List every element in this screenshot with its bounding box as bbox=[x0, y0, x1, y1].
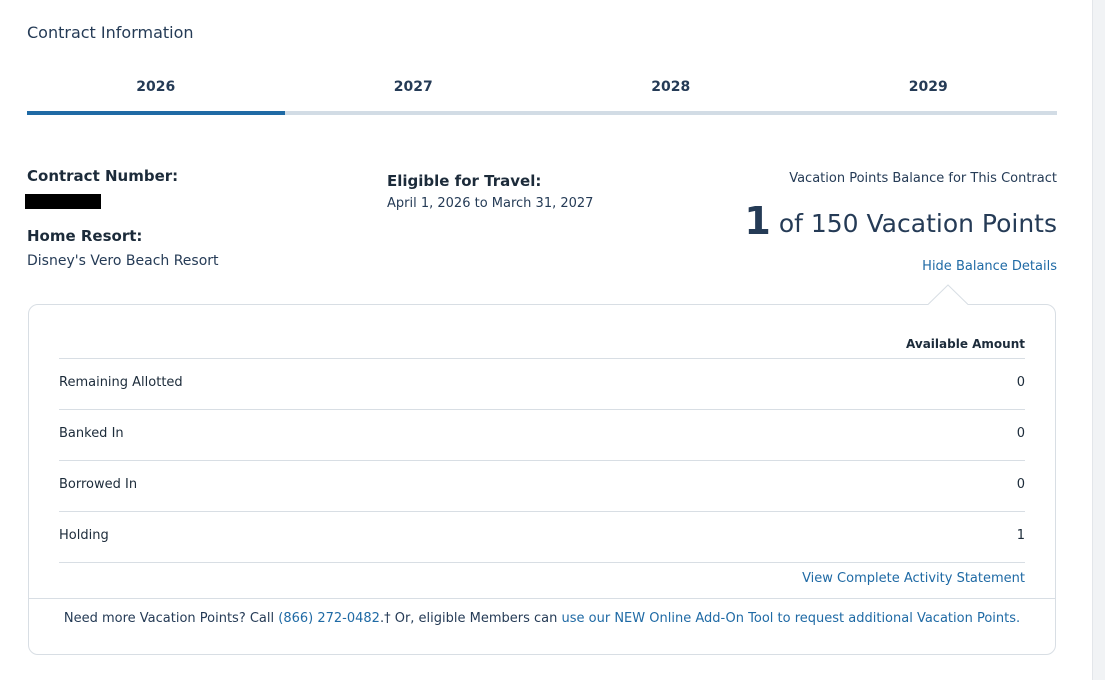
tab-label: 2029 bbox=[908, 79, 948, 95]
tab-2026[interactable]: 2026 bbox=[27, 74, 285, 115]
table-row: Banked In 0 bbox=[59, 409, 1025, 460]
hide-balance-details-link[interactable]: Hide Balance Details bbox=[922, 259, 1057, 274]
home-resort-label: Home Resort: bbox=[27, 227, 143, 245]
tab-label: 2026 bbox=[136, 79, 176, 95]
row-value: 1 bbox=[1016, 528, 1025, 543]
balance-title: Vacation Points Balance for This Contrac… bbox=[789, 171, 1057, 186]
row-label: Borrowed In bbox=[59, 477, 138, 492]
tab-indicator bbox=[542, 111, 800, 115]
table-row: Holding 1 bbox=[59, 511, 1025, 562]
tab-2027[interactable]: 2027 bbox=[284, 74, 542, 115]
panel-pointer-caret bbox=[928, 284, 968, 305]
table-row: Borrowed In 0 bbox=[59, 460, 1025, 511]
row-value: 0 bbox=[1016, 375, 1025, 390]
points-total: of 150 Vacation Points bbox=[778, 209, 1057, 238]
home-resort-value: Disney's Vero Beach Resort bbox=[27, 253, 219, 269]
tab-indicator bbox=[27, 111, 285, 115]
contract-number-redacted bbox=[25, 194, 101, 209]
view-activity-statement-link[interactable]: View Complete Activity Statement bbox=[802, 571, 1025, 586]
tab-2028[interactable]: 2028 bbox=[542, 74, 800, 115]
footer-text-middle: .† Or, eligible Members can bbox=[379, 611, 562, 626]
phone-link[interactable]: (866) 272-0482 bbox=[278, 611, 380, 626]
addon-tool-link[interactable]: use our NEW Online Add-On Tool to reques… bbox=[562, 611, 1021, 626]
tab-indicator bbox=[284, 111, 542, 115]
tab-indicator bbox=[799, 111, 1057, 115]
available-amount-header: Available Amount bbox=[906, 337, 1025, 351]
table-bottom-divider bbox=[59, 562, 1025, 563]
eligible-travel-label: Eligible for Travel: bbox=[387, 172, 542, 190]
contract-number-label: Contract Number: bbox=[27, 167, 179, 185]
row-label: Remaining Allotted bbox=[59, 375, 183, 390]
row-label: Holding bbox=[59, 528, 109, 543]
tab-label: 2027 bbox=[393, 79, 433, 95]
page-scrollbar[interactable] bbox=[1092, 0, 1105, 680]
points-current: 1 bbox=[744, 199, 771, 243]
year-tabs: 2026 2027 2028 2029 bbox=[27, 74, 1057, 115]
table-row: Remaining Allotted 0 bbox=[59, 358, 1025, 409]
tab-label: 2028 bbox=[651, 79, 691, 95]
row-label: Banked In bbox=[59, 426, 124, 441]
eligible-travel-dates: April 1, 2026 to March 31, 2027 bbox=[387, 196, 594, 211]
row-value: 0 bbox=[1016, 477, 1025, 492]
tab-2029[interactable]: 2029 bbox=[799, 74, 1057, 115]
row-value: 0 bbox=[1016, 426, 1025, 441]
points-balance: 1 of 150 Vacation Points bbox=[744, 199, 1057, 243]
balance-details-panel: Available Amount Remaining Allotted 0 Ba… bbox=[28, 304, 1056, 655]
footer-note: Need more Vacation Points? Call (866) 27… bbox=[29, 598, 1055, 654]
section-title: Contract Information bbox=[27, 23, 194, 42]
footer-text-before: Need more Vacation Points? Call bbox=[63, 611, 279, 626]
